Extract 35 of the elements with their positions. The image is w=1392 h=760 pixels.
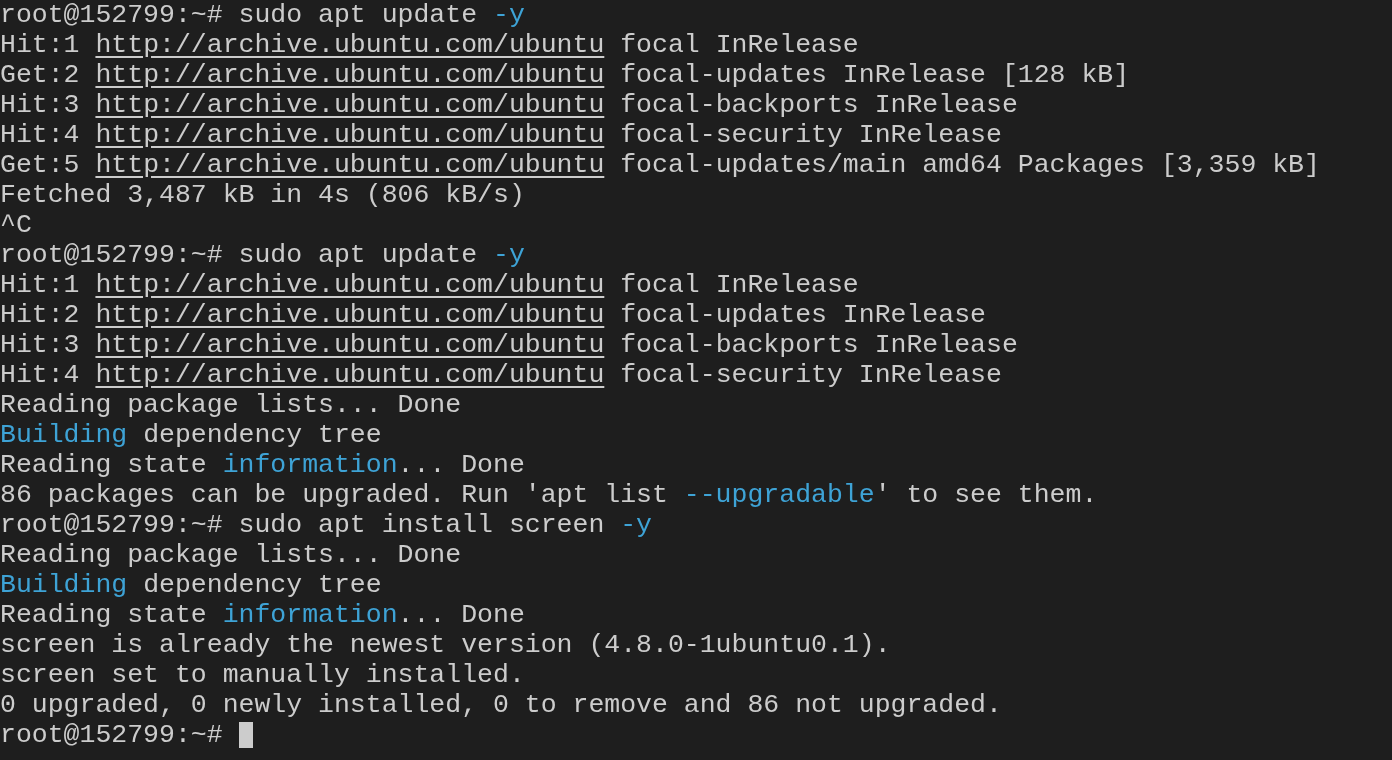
terminal-line: Hit:2 http://archive.ubuntu.com/ubuntu focal-updates InRelease [0,300,986,330]
terminal-line: 0 upgraded, 0 newly installed, 0 to remove and 86 not upgraded. [0,690,1002,720]
terminal-line: Hit:4 http://archive.ubuntu.com/ubuntu focal-security InRelease [0,360,1002,390]
terminal-line: 86 packages can be upgraded. Run 'apt list --upgradable' to see them. [0,480,1098,510]
url-link[interactable]: http://archive.ubuntu.com/ubuntu [95,120,605,150]
terminal-line: Reading package lists... Done [0,390,462,420]
terminal-line: Building dependency tree [0,420,382,450]
url-link[interactable]: http://archive.ubuntu.com/ubuntu [95,360,605,390]
terminal-line: Building dependency tree [0,570,382,600]
terminal-line: screen is already the newest version (4.8.0-1ubuntu0.1). [0,630,891,660]
terminal-line: Hit:3 http://archive.ubuntu.com/ubuntu focal-backports InRelease [0,90,1018,120]
text-cursor [238,722,253,748]
url-link[interactable]: http://archive.ubuntu.com/ubuntu [95,90,605,120]
terminal-line: Hit:4 http://archive.ubuntu.com/ubuntu focal-security InRelease [0,120,1002,150]
terminal-line: Reading state information... Done [0,600,525,630]
terminal-line: Fetched 3,487 kB in 4s (806 kB/s) [0,180,525,210]
url-link[interactable]: http://archive.ubuntu.com/ubuntu [95,300,605,330]
terminal-line: Get:5 http://archive.ubuntu.com/ubuntu focal-updates/main amd64 Packages [3,359 kB] [0,150,1320,180]
terminal-line: screen set to manually installed. [0,660,525,690]
url-link[interactable]: http://archive.ubuntu.com/ubuntu [95,60,605,90]
terminal-line: root@152799:~# [0,720,224,750]
url-link[interactable]: http://archive.ubuntu.com/ubuntu [95,330,605,360]
url-link[interactable]: http://archive.ubuntu.com/ubuntu [95,150,605,180]
terminal-line: Get:2 http://archive.ubuntu.com/ubuntu focal-updates InRelease [128 kB] [0,60,1130,90]
terminal-line: ^C [0,210,32,240]
terminal-line: root@152799:~# sudo apt update -y [0,0,525,30]
terminal-line: Reading state information... Done [0,450,525,480]
terminal-line: Hit:3 http://archive.ubuntu.com/ubuntu focal-backports InRelease [0,330,1018,360]
terminal-line: Hit:1 http://archive.ubuntu.com/ubuntu focal InRelease [0,30,859,60]
terminal-line: Hit:1 http://archive.ubuntu.com/ubuntu focal InRelease [0,270,859,300]
url-link[interactable]: http://archive.ubuntu.com/ubuntu [95,270,605,300]
terminal-line: root@152799:~# sudo apt install screen -y [0,510,652,540]
url-link[interactable]: http://archive.ubuntu.com/ubuntu [95,30,605,60]
terminal-line: root@152799:~# sudo apt update -y [0,240,525,270]
terminal-line: Reading package lists... Done [0,540,462,570]
